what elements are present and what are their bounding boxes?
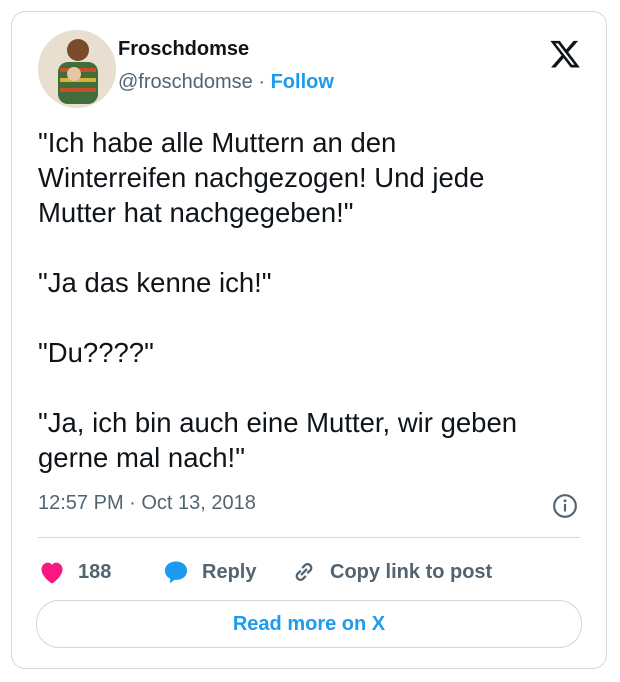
divider bbox=[38, 537, 580, 538]
reply-button[interactable]: Reply bbox=[162, 557, 256, 587]
author-handle[interactable]: @froschdomse bbox=[118, 71, 253, 93]
like-button[interactable]: 188 bbox=[38, 557, 111, 587]
link-icon bbox=[295, 563, 313, 581]
follow-button[interactable]: Follow bbox=[271, 71, 334, 93]
avatar-image bbox=[38, 30, 116, 108]
post-text: "Ich habe alle Muttern an den Winterreif… bbox=[38, 127, 518, 473]
avatar[interactable] bbox=[38, 30, 116, 108]
post-timestamp[interactable]: 12:57 PM · Oct 13, 2018 bbox=[38, 492, 256, 515]
read-more-button[interactable]: Read more on X bbox=[36, 600, 582, 648]
reply-label: Reply bbox=[202, 560, 257, 583]
embedded-post-card: Froschdomse @froschdomse · Follow "Ich h… bbox=[11, 11, 607, 669]
info-icon[interactable] bbox=[552, 493, 578, 519]
like-count: 188 bbox=[78, 560, 112, 583]
author-handle-row: @froschdomse · Follow bbox=[118, 71, 334, 94]
copy-link-button[interactable]: Copy link to post bbox=[290, 557, 492, 587]
reply-bubble-icon bbox=[164, 561, 188, 584]
x-logo-icon[interactable] bbox=[550, 39, 580, 69]
heart-icon bbox=[41, 562, 63, 584]
handle-separator: · bbox=[252, 71, 271, 93]
copy-link-label: Copy link to post bbox=[330, 560, 493, 583]
author-display-name[interactable]: Froschdomse bbox=[118, 38, 249, 61]
